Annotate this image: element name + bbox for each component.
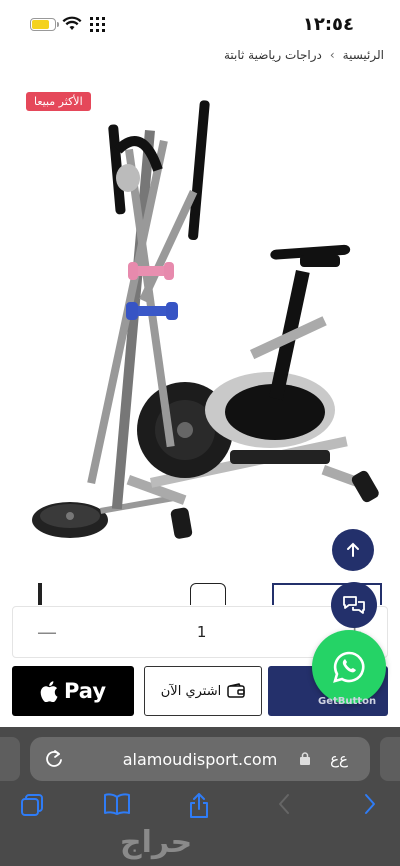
back-arrow-icon[interactable] — [278, 793, 290, 815]
whatsapp-button[interactable] — [312, 630, 386, 704]
apple-pay-button[interactable]: Pay — [12, 666, 134, 716]
bookmarks-icon[interactable] — [104, 793, 130, 815]
browser-chrome: alamoudisport.com ﻉﻉ — [0, 727, 400, 866]
battery-icon — [30, 18, 59, 31]
elliptical-bike-image[interactable] — [0, 70, 400, 590]
haraj-watermark: حراج — [120, 825, 193, 860]
breadcrumb-category[interactable]: دراجات رياضية ثابتة — [224, 48, 322, 62]
thumbnail[interactable] — [38, 583, 42, 605]
tabs-icon[interactable] — [20, 793, 44, 817]
grid-icon — [90, 17, 105, 32]
status-bar: ١٢:٥٤ — [0, 0, 400, 48]
breadcrumb-home[interactable]: الرئيسية — [343, 48, 384, 62]
bestseller-badge: الأكثر مبيعا — [26, 92, 91, 111]
decrease-quantity-button[interactable]: — — [37, 620, 57, 644]
buy-now-button[interactable]: اشتري الآن — [144, 666, 262, 716]
whatsapp-icon — [333, 651, 365, 683]
breadcrumb: الرئيسية › دراجات رياضية ثابتة — [224, 44, 384, 66]
scroll-to-top-button[interactable] — [332, 529, 374, 571]
browser-toolbar — [0, 793, 400, 823]
buy-now-label: اشتري الآن — [160, 683, 222, 699]
arrow-up-icon — [347, 542, 359, 557]
wifi-icon — [62, 16, 82, 30]
quantity-value[interactable]: 1 — [197, 623, 207, 641]
apple-logo-icon — [40, 680, 58, 702]
lock-icon — [300, 752, 310, 765]
previous-tab-edge[interactable] — [0, 737, 20, 781]
getbutton-label[interactable]: GetButton — [318, 696, 376, 707]
page-settings-button[interactable]: ﻉﻉ — [330, 750, 348, 768]
wallet-icon — [227, 683, 245, 698]
thumbnail[interactable] — [190, 583, 226, 605]
address-bar[interactable]: alamoudisport.com ﻉﻉ — [30, 737, 370, 781]
next-tab-edge[interactable] — [380, 737, 400, 781]
chat-button[interactable] — [331, 582, 377, 628]
breadcrumb-separator: › — [329, 48, 335, 62]
chat-bubbles-icon — [343, 596, 365, 614]
forward-arrow-icon[interactable] — [364, 793, 376, 815]
apple-pay-label: Pay — [63, 679, 107, 703]
share-icon[interactable] — [188, 793, 210, 819]
url-text: alamoudisport.com — [122, 749, 278, 769]
clock: ١٢:٥٤ — [302, 14, 354, 35]
